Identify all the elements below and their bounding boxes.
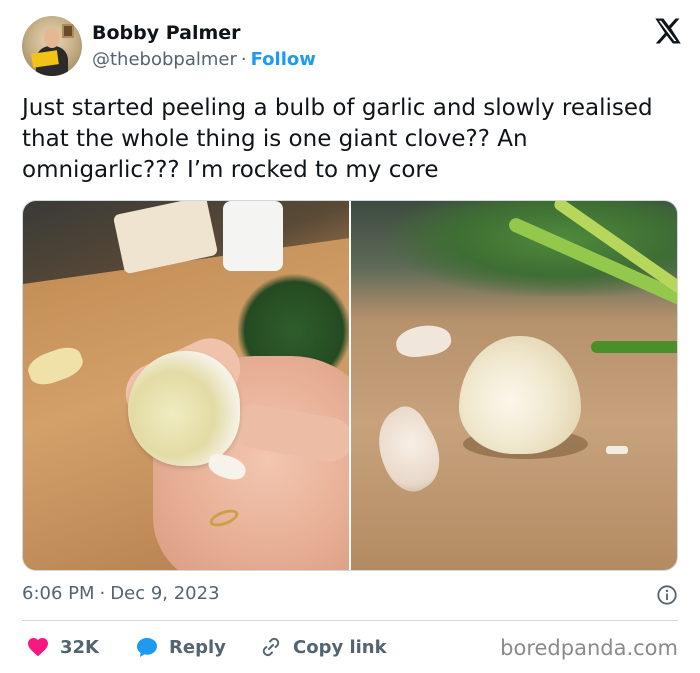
paper-towel [223, 201, 283, 271]
tweet-time[interactable]: 6:06 PM [22, 583, 95, 604]
reply-bubble-icon [137, 638, 157, 657]
tweet-text: Just started peeling a bulb of garlic an… [22, 95, 653, 183]
like-count: 32K [60, 636, 99, 658]
handle-row: @thebobpalmer · Follow [92, 49, 316, 70]
divider [22, 620, 678, 621]
reply-button[interactable]: Reply [135, 633, 226, 661]
follow-button[interactable]: Follow [251, 49, 316, 70]
x-logo-icon[interactable] [652, 16, 682, 46]
like-button[interactable]: 32K [26, 633, 99, 661]
photo-garlic-on-board[interactable] [351, 201, 677, 570]
giant-garlic-clove [459, 336, 581, 454]
photo-hand-holding-garlic[interactable] [23, 201, 349, 570]
garlic-chip [606, 446, 628, 454]
garlic-clove [394, 322, 453, 360]
link-icon [262, 637, 280, 657]
reply-label: Reply [169, 636, 226, 658]
author-handle[interactable]: @thebobpalmer [92, 49, 237, 70]
avatar-face [44, 28, 60, 48]
spring-onion-stalk [591, 341, 677, 353]
tweet-header: Bobby Palmer @thebobpalmer · Follow [22, 16, 682, 78]
timestamp-row: 6:06 PM · Dec 9, 2023 [22, 583, 678, 607]
author-name[interactable]: Bobby Palmer [92, 22, 241, 44]
time-separator: · [99, 583, 106, 604]
handle-separator: · [240, 49, 247, 70]
action-bar: 32K Reply Copy link boredpanda.com [22, 633, 678, 661]
copy-link-button[interactable]: Copy link [259, 633, 387, 661]
avatar-bg-frame [62, 24, 74, 38]
avatar[interactable] [22, 16, 82, 76]
watermark: boredpanda.com [500, 636, 678, 660]
heart-icon [28, 638, 48, 657]
copy-link-label: Copy link [293, 636, 387, 658]
tweet-date[interactable]: Dec 9, 2023 [110, 583, 219, 604]
tweet-media[interactable] [22, 200, 678, 571]
garlic-bulb [128, 351, 240, 466]
info-icon[interactable] [656, 584, 678, 606]
garlic-clove [362, 399, 454, 501]
